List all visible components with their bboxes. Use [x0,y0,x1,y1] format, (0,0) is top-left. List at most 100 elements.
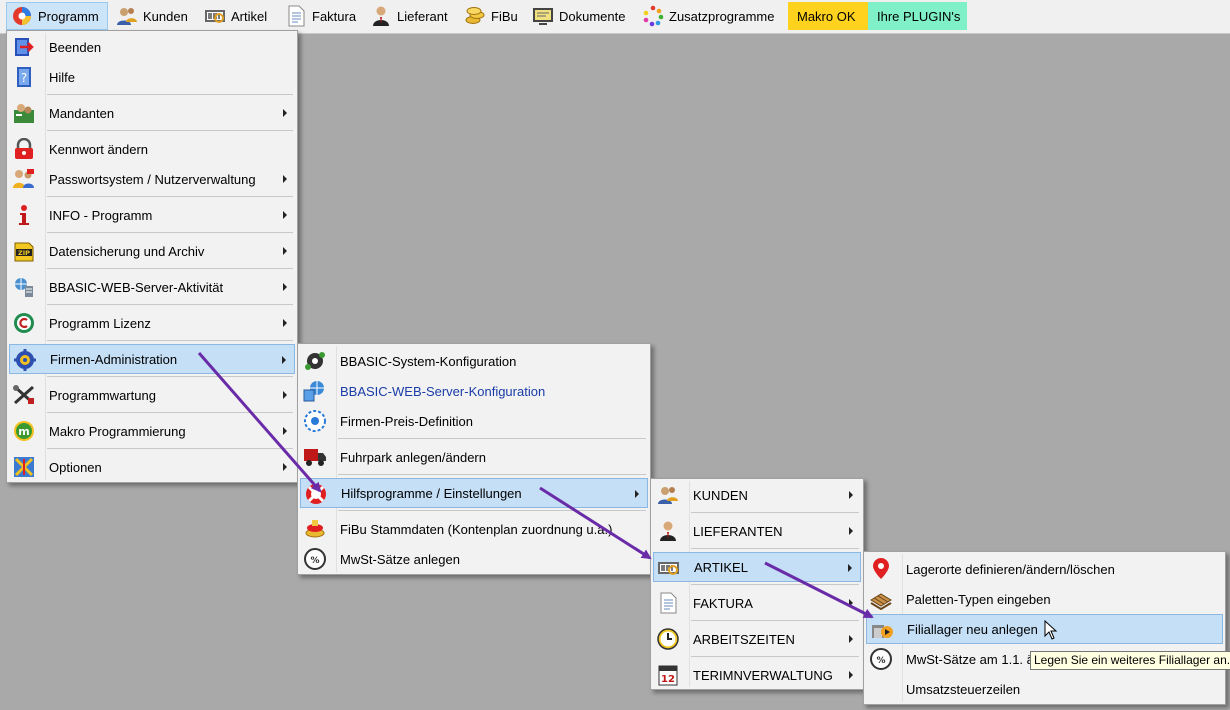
menu-separator [691,584,859,585]
menu-item-mandanten[interactable]: Mandanten [9,98,295,128]
submenu-arrow-icon [849,599,853,607]
menu-item-label: ARTIKEL [694,559,748,575]
menu-item-kennwort-aendern[interactable]: Kennwort ändern [9,134,295,164]
menubar-programm[interactable]: Programm [6,2,108,30]
copyright-license-icon [14,313,34,333]
menu-separator [47,130,293,131]
menu-item-mwst-saetze-anlegen[interactable]: % MwSt-Sätze anlegen [300,544,648,574]
menubar-label: Dokumente [559,8,626,24]
makro-ok-label: Makro OK [797,8,856,24]
menu-separator [47,412,293,413]
company-admin-gear-icon [14,349,36,371]
menu-item-fibu-stammdaten[interactable]: FiBu Stammdaten (Kontenplan zuordnung u.… [300,514,648,544]
menu-item-label: BBASIC-WEB-Server-Aktivität [49,279,224,295]
menubar-dokumente[interactable]: Dokumente [528,2,634,30]
submenu-arrow-icon [283,247,287,255]
exit-icon [15,38,34,56]
menu-item-fuhrpark[interactable]: Fuhrpark anlegen/ändern [300,442,648,472]
menu-item-label: Programmwartung [49,387,156,403]
svg-text:ZIP: ZIP [18,249,30,257]
menu-item-lieferanten[interactable]: LIEFERANTEN [653,516,861,546]
menu-item-firmen-administration[interactable]: Firmen-Administration [9,344,295,374]
menu-item-hilfe[interactable]: ? Hilfe [9,62,295,92]
menu-separator [47,448,293,449]
vat-percent-icon: % [304,548,326,570]
menu-item-hilfsprogramme-einstellungen[interactable]: Hilfsprogramme / Einstellungen [300,478,648,508]
menu-item-label: Filiallager neu anlegen [907,621,1038,637]
menubar-label: Lieferant [397,8,448,24]
clients-icon [14,104,34,123]
programm-logo-icon [13,7,31,25]
menu-item-label: KUNDEN [693,487,748,503]
menu-item-makro-programmierung[interactable]: m Makro Programmierung [9,416,295,446]
plugins-button[interactable]: Ihre PLUGIN's [868,2,967,30]
addon-programs-icon [643,5,664,27]
menubar-lieferant[interactable]: Lieferant [366,2,456,30]
svg-text:m: m [18,425,29,438]
menu-item-web-server-konfiguration[interactable]: BBASIC-WEB-Server-Konfiguration [300,376,648,406]
clock-icon [657,628,679,650]
menu-separator [338,438,646,439]
menu-item-label: Kennwort ändern [49,141,149,157]
menu-item-optionen[interactable]: Optionen [9,452,295,482]
mouse-cursor-icon [1044,620,1058,640]
menu-item-programmwartung[interactable]: Programmwartung [9,380,295,410]
menubar: Programm Kunden Artikel Faktura Lieferan… [0,0,1230,34]
menu-item-umsatzsteuerzeilen[interactable]: Umsatzsteuerzeilen [866,674,1223,704]
menu-item-passwortsystem[interactable]: Passwortsystem / Nutzerverwaltung [9,164,295,194]
article-scanner-icon [658,562,679,575]
pallet-icon [870,593,892,610]
user-management-icon [13,169,34,188]
menubar-fibu[interactable]: FiBu [460,2,524,30]
menu-item-label: Datensicherung und Archiv [49,243,205,259]
menu-item-label: FAKTURA [693,595,753,611]
menubar-zusatzprogramme[interactable]: Zusatzprogramme [638,2,784,30]
menu-item-firmen-preis-definition[interactable]: Firmen-Preis-Definition [300,406,648,436]
web-server-config-icon [303,381,324,402]
menubar-kunden[interactable]: Kunden [112,2,196,30]
makro-ok-button[interactable]: Makro OK [788,2,868,30]
svg-text:?: ? [21,71,27,85]
menu-separator [47,268,293,269]
lifebuoy-icon [306,484,326,504]
menu-separator [338,510,646,511]
menu-item-web-server-aktivitaet[interactable]: BBASIC-WEB-Server-Aktivität [9,272,295,302]
menubar-label: Kunden [143,8,188,24]
menu-item-arbeitszeiten[interactable]: ARBEITSZEITEN [653,624,861,654]
menu-item-label: Fuhrpark anlegen/ändern [340,449,486,465]
menu-item-label: ARBEITSZEITEN [693,631,795,647]
menu-item-label: MwSt-Sätze anlegen [340,551,460,567]
submenu-arrow-icon [849,635,853,643]
menu-item-label: TERIMNVERWALTUNG [693,667,833,683]
menubar-faktura[interactable]: Faktura [281,2,361,30]
menu-item-lagerorte[interactable]: Lagerorte definieren/ändern/löschen [866,554,1223,584]
menu-item-paletten-typen[interactable]: Paletten-Typen eingeben [866,584,1223,614]
menu-item-label: MwSt-Sätze am 1.1. ä [906,651,1034,667]
menu-item-beenden[interactable]: Beenden [9,32,295,62]
menu-item-datensicherung[interactable]: ZIP Datensicherung und Archiv [9,236,295,266]
customers-icon [117,8,137,25]
branch-warehouse-icon [872,625,893,638]
vat-percent-icon: % [870,648,892,670]
menu-item-faktura[interactable]: FAKTURA [653,588,861,618]
maintenance-tools-icon [13,385,34,405]
submenu-arrow-icon [283,319,287,327]
menu-item-info-programm[interactable]: INFO - Programm [9,200,295,230]
submenu-arrow-icon [849,527,853,535]
menu-item-kunden[interactable]: KUNDEN [653,480,861,510]
menu-item-system-konfiguration[interactable]: BBASIC-System-Konfiguration [300,346,648,376]
menu-item-programm-lizenz[interactable]: Programm Lizenz [9,308,295,338]
info-icon [19,205,29,225]
menu-item-artikel[interactable]: ARTIKEL [653,552,861,582]
macro-m-icon: m [14,421,34,441]
menubar-artikel[interactable]: Artikel [200,2,276,30]
invoice-document-icon [288,5,305,27]
password-lock-icon [15,138,33,159]
menu-separator [691,620,859,621]
accounting-master-data-icon [305,520,325,538]
accounting-coins-icon [465,7,485,24]
submenu-arrow-icon [283,109,287,117]
menu-item-terminverwaltung[interactable]: 12 TERIMNVERWALTUNG [653,660,861,690]
svg-text:%: % [876,656,885,666]
submenu-arrow-icon [282,356,286,364]
